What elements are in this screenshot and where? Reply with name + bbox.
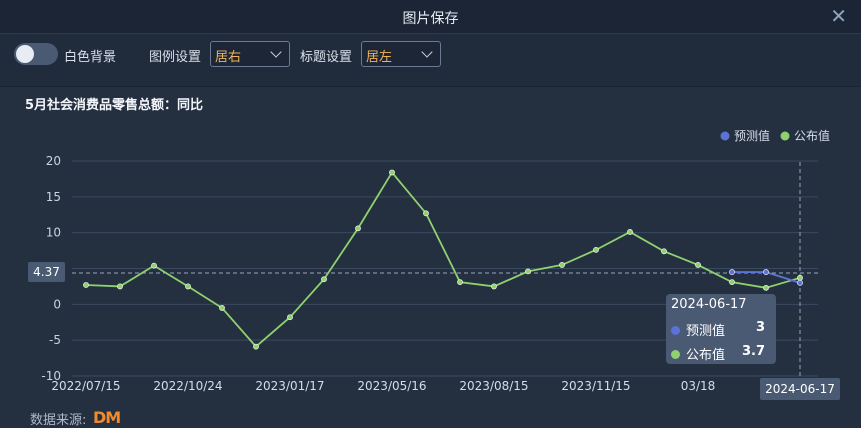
tooltip-forecast-name: 预测值 (686, 324, 726, 339)
data-point (797, 279, 803, 286)
x-tick-label: 2023/11/15 (561, 379, 630, 393)
title-position-select[interactable]: 居左 (361, 41, 441, 67)
tooltip-row-published: 公布值 3.7 (671, 344, 771, 363)
legend-label: 预测值 (734, 128, 770, 143)
tooltip-date: 2024-06-17 (671, 297, 747, 312)
data-point (117, 283, 123, 290)
toolbar: 白色背景 图例设置 居右 标题设置 居左 (0, 34, 861, 87)
x-tick-label: 2022/10/24 (153, 379, 222, 393)
x-tick-label: 2023/01/17 (255, 379, 324, 393)
data-point (729, 279, 735, 286)
data-point (525, 268, 531, 275)
dialog-title: 图片保存 (402, 11, 459, 27)
data-point (695, 262, 701, 268)
chevron-down-icon (270, 46, 282, 58)
x-tick-label: 2022/07/15 (51, 379, 120, 393)
legend-setting-label: 图例设置 (149, 50, 202, 65)
tooltip-published-name: 公布值 (686, 348, 726, 363)
crosshair-x-badge: 2024-06-17 (760, 378, 840, 400)
legend-position-select[interactable]: 居右 (210, 41, 290, 67)
crosshair-y-badge: 4.37 (28, 262, 65, 282)
data-point (491, 283, 497, 290)
dm-logo: DM (93, 408, 121, 427)
chart-tooltip: 2024-06-17 预测值 3 公布值 3.7 (666, 294, 776, 364)
data-point (355, 225, 361, 232)
data-point (219, 305, 225, 311)
data-point (763, 284, 769, 291)
data-point (321, 276, 327, 283)
data-point (423, 210, 429, 217)
tooltip-row-forecast: 预测值 3 (671, 320, 771, 339)
white-background-label: 白色背景 (64, 50, 117, 65)
y-tick-label: -5 (49, 333, 61, 347)
y-tick-label: 15 (46, 190, 61, 204)
legend-marker-icon (720, 131, 730, 141)
data-point (253, 343, 259, 350)
data-point (185, 283, 191, 290)
chevron-down-icon (421, 46, 433, 58)
data-point (389, 169, 395, 176)
tooltip-published-value: 3.7 (741, 344, 765, 359)
data-point (627, 229, 633, 235)
x-tick-label: 2023/05/16 (357, 379, 426, 393)
data-source-label: 数据来源: (30, 413, 87, 428)
data-point (83, 282, 89, 288)
tooltip-forecast-value: 3 (755, 320, 765, 335)
data-point (287, 314, 293, 321)
data-point (593, 246, 599, 253)
dialog-titlebar: 图片保存 ✕ (0, 0, 861, 34)
legend-label: 公布值 (794, 128, 830, 143)
y-tick-label: 0 (53, 297, 61, 311)
data-point (457, 279, 463, 286)
published-dot-icon (671, 350, 680, 359)
forecast-dot-icon (671, 326, 680, 335)
y-tick-label: 10 (46, 226, 61, 240)
data-point (729, 269, 735, 275)
data-point (797, 274, 803, 281)
data-point (151, 262, 157, 269)
close-icon[interactable]: ✕ (830, 4, 847, 28)
title-position-value: 居左 (366, 50, 393, 65)
data-point (559, 262, 565, 268)
white-background-toggle[interactable] (14, 43, 58, 65)
title-setting-label: 标题设置 (300, 50, 353, 65)
legend-marker-icon (780, 131, 790, 141)
data-point (763, 269, 769, 275)
legend-position-value: 居右 (215, 50, 242, 65)
x-tick-label: 2023/08/15 (459, 379, 528, 393)
y-tick-label: 20 (46, 154, 61, 168)
toggle-knob (16, 45, 34, 63)
data-point (661, 248, 667, 255)
x-tick-label: 03/18 (681, 379, 716, 393)
